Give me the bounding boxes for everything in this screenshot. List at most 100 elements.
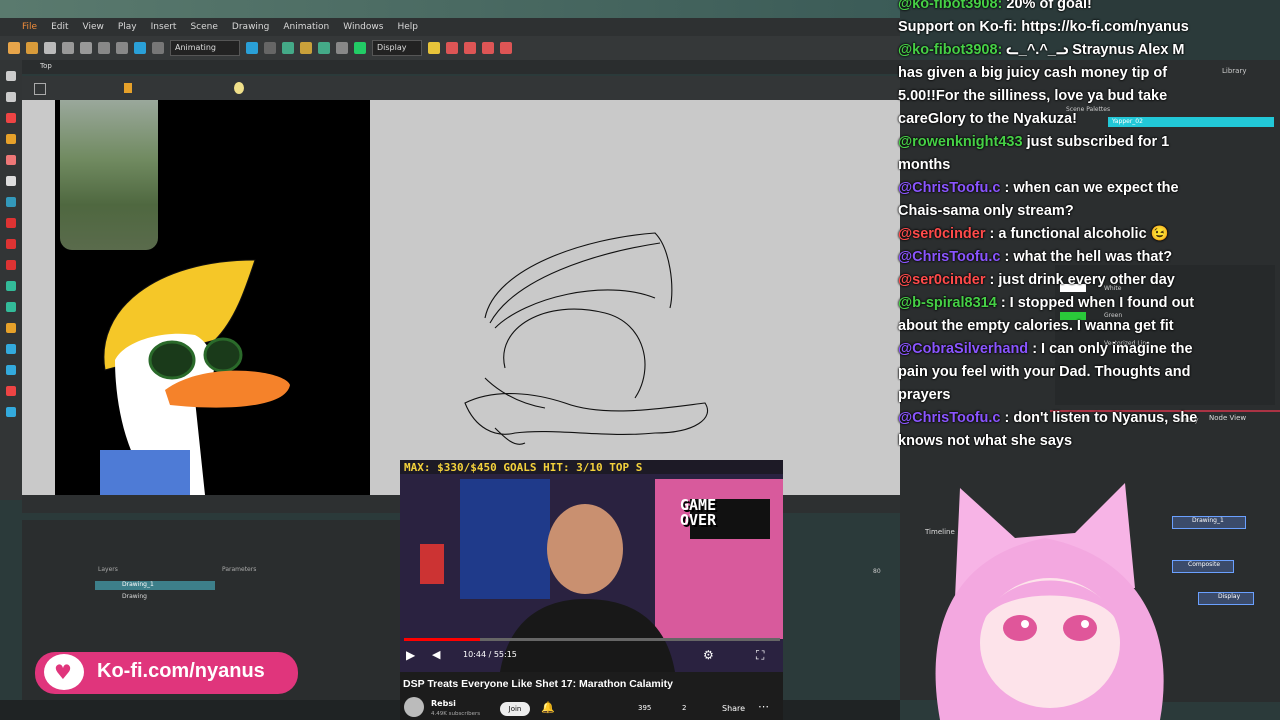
chat-message: @ser0cinder : a functional alcoholic 😉 xyxy=(898,223,1169,246)
duck-character xyxy=(100,259,290,495)
cut-tool-icon[interactable] xyxy=(6,386,16,396)
bell-icon[interactable]: 🔔 xyxy=(541,701,555,714)
layer-name-2[interactable]: Drawing xyxy=(122,593,147,600)
node-icon[interactable] xyxy=(318,42,330,54)
pin2-icon[interactable] xyxy=(464,42,476,54)
crop-tool-icon[interactable] xyxy=(6,344,16,354)
menu-insert[interactable]: Insert xyxy=(151,22,177,32)
menu-help[interactable]: Help xyxy=(397,22,418,32)
paste-icon[interactable] xyxy=(134,42,146,54)
fullscreen-icon[interactable]: ⛶ xyxy=(756,648,764,663)
layer-name-1[interactable]: Drawing_1 xyxy=(122,581,154,588)
pencil-tool-icon[interactable] xyxy=(6,134,16,144)
menu-scene[interactable]: Scene xyxy=(190,22,217,32)
chat-message: Chais-sama only stream? xyxy=(898,200,1074,223)
chat-text: Chais-sama only stream? xyxy=(898,203,1074,219)
save-icon[interactable] xyxy=(44,42,56,54)
chat-username[interactable]: @ChrisToofu.c xyxy=(898,249,1000,265)
chat-username[interactable]: @ser0cinder xyxy=(898,272,986,288)
video-title[interactable]: DSP Treats Everyone Like Shet 17: Marath… xyxy=(403,678,673,690)
select-tool-icon[interactable] xyxy=(6,71,16,81)
contour-tool-icon[interactable] xyxy=(6,92,16,102)
undo-icon[interactable] xyxy=(62,42,74,54)
zoom-tool-icon[interactable] xyxy=(6,281,16,291)
flip-icon[interactable] xyxy=(246,42,258,54)
layout-icon[interactable] xyxy=(152,42,164,54)
eraser-tool-icon[interactable] xyxy=(6,155,16,165)
peg-icon[interactable] xyxy=(336,42,348,54)
chat-username[interactable]: @CobraSilverhand xyxy=(898,341,1028,357)
chat-username[interactable]: @ko-fibot3908: xyxy=(898,0,1002,12)
rotate-tool-icon[interactable] xyxy=(6,323,16,333)
text-tool-icon[interactable] xyxy=(6,176,16,186)
chat-username[interactable]: @rowenknight433 xyxy=(898,134,1023,150)
menu-windows[interactable]: Windows xyxy=(343,22,383,32)
pin3-icon[interactable] xyxy=(482,42,494,54)
cut-icon[interactable] xyxy=(98,42,110,54)
share-button[interactable]: Share xyxy=(722,704,745,713)
chat-username[interactable]: @ChrisToofu.c xyxy=(898,180,1000,196)
bulb-icon[interactable] xyxy=(234,82,244,94)
vtuber-avatar xyxy=(935,483,1164,720)
join-button[interactable]: Join xyxy=(500,702,530,716)
view-tab-top[interactable]: Top xyxy=(40,62,52,70)
paint-tool-icon[interactable] xyxy=(6,218,16,228)
light-icon[interactable] xyxy=(428,42,440,54)
grid-icon[interactable] xyxy=(264,42,276,54)
subscriber-count: 4.49K subscribers xyxy=(431,711,481,717)
chat-username[interactable]: @ser0cinder xyxy=(898,226,986,242)
like-count[interactable]: 395 xyxy=(638,704,651,712)
menu-bar: File Edit View Play Insert Scene Drawing… xyxy=(0,18,900,36)
chat-username[interactable]: @b-spiral8314 xyxy=(898,295,997,311)
chat-username[interactable]: @ko-fibot3908: xyxy=(898,42,1002,58)
colour-icon[interactable] xyxy=(354,42,366,54)
spline-tool-icon[interactable] xyxy=(6,407,16,417)
menu-view[interactable]: View xyxy=(83,22,104,32)
pin-icon[interactable] xyxy=(446,42,458,54)
brush-tool-icon[interactable] xyxy=(6,113,16,123)
open-icon[interactable] xyxy=(26,42,38,54)
chat-text: about the empty calories. I wanna get fi… xyxy=(898,318,1174,334)
play-icon[interactable]: ▶ xyxy=(406,648,415,662)
pin4-icon[interactable] xyxy=(500,42,512,54)
redo-icon[interactable] xyxy=(80,42,92,54)
chat-username[interactable]: @ChrisToofu.c xyxy=(898,410,1000,426)
onion-icon[interactable] xyxy=(282,42,294,54)
dropper-tool-icon[interactable] xyxy=(6,260,16,270)
chat-text: : don't listen to Nyanus, she xyxy=(1004,410,1198,426)
copy-icon[interactable] xyxy=(116,42,128,54)
comment-count[interactable]: 2 xyxy=(682,704,686,712)
layer-row-selected[interactable] xyxy=(95,581,215,590)
more-icon[interactable]: ⋯ xyxy=(758,700,769,713)
parameters-header: Parameters xyxy=(222,566,257,573)
lock-icon[interactable] xyxy=(124,83,132,93)
display-select[interactable]: Display xyxy=(372,40,422,56)
line-tool-icon[interactable] xyxy=(6,239,16,249)
grid-toggle-icon[interactable] xyxy=(34,83,46,95)
menu-play[interactable]: Play xyxy=(118,22,137,32)
node-composite-label: Composite xyxy=(1188,561,1221,568)
menu-animation[interactable]: Animation xyxy=(283,22,329,32)
hand-tool-icon[interactable] xyxy=(6,302,16,312)
channel-name[interactable]: Rebsi xyxy=(431,699,456,708)
chat-text: : just drink every other day xyxy=(989,272,1175,288)
new-icon[interactable] xyxy=(8,42,20,54)
settings-icon[interactable]: ⚙ xyxy=(703,648,714,662)
chat-message: months xyxy=(898,154,950,177)
chat-text: Support on Ko-fi: https://ko-fi.com/nyan… xyxy=(898,19,1189,35)
transform-icon[interactable] xyxy=(300,42,312,54)
chat-message: @ko-fibot3908: 20% of goal! xyxy=(898,0,1092,16)
chat-message: @ChrisToofu.c : what the hell was that? xyxy=(898,246,1172,269)
morph-tool-icon[interactable] xyxy=(6,365,16,375)
volume-icon[interactable]: ◀ xyxy=(432,648,440,661)
chat-text: : what the hell was that? xyxy=(1004,249,1173,265)
menu-drawing[interactable]: Drawing xyxy=(232,22,269,32)
mode-select[interactable]: Animating xyxy=(170,40,240,56)
channel-avatar[interactable] xyxy=(404,697,424,717)
node-display-label: Display xyxy=(1218,593,1241,600)
shape-tool-icon[interactable] xyxy=(6,197,16,207)
chat-message: @ko-fibot3908: ᓚ_^.^_ᓗ Straynus Alex M xyxy=(898,39,1185,62)
menu-file[interactable]: File xyxy=(22,22,37,32)
kofi-link-text[interactable]: Ko-fi.com/nyanus xyxy=(97,660,265,683)
menu-edit[interactable]: Edit xyxy=(51,22,68,32)
